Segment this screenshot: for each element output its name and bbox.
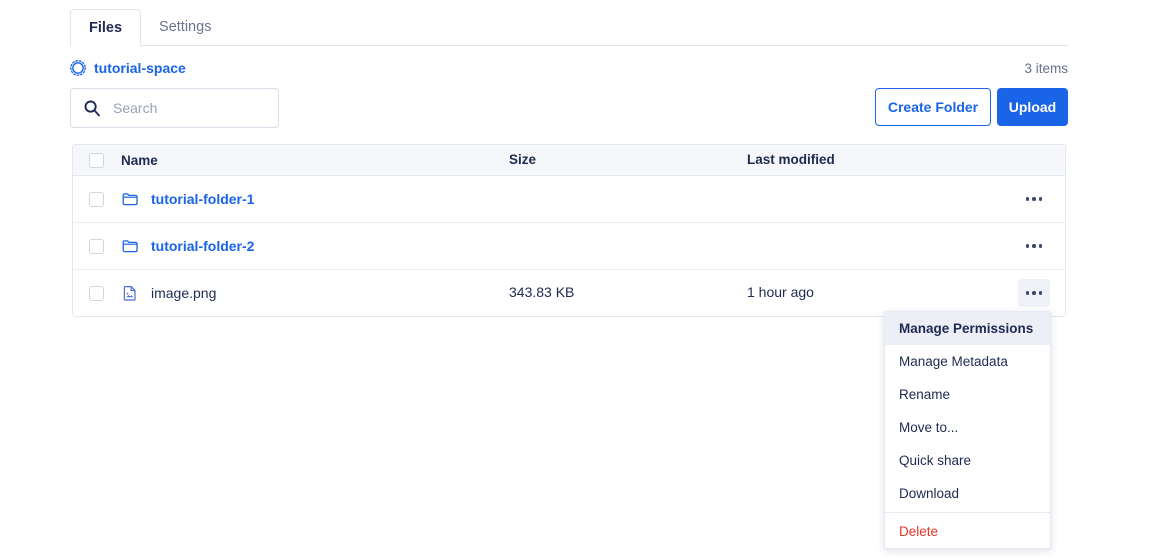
row-modified-cell: 1 hour ago — [747, 284, 1003, 302]
kebab-dot — [1032, 197, 1036, 201]
select-all-checkbox[interactable] — [88, 152, 104, 168]
kebab-dot — [1025, 291, 1030, 295]
files-table: Name Size Last modified tutorial-folder-… — [72, 144, 1066, 317]
row-name-cell: tutorial-folder-2 — [119, 237, 509, 255]
search-box[interactable] — [70, 88, 279, 128]
upload-button[interactable]: Upload — [997, 88, 1068, 126]
column-header-last-modified-label: Last modified — [747, 152, 835, 167]
breadcrumb[interactable]: tutorial-space — [70, 60, 186, 76]
search-icon — [83, 99, 101, 117]
toolbar: Create Folder Upload — [70, 88, 1068, 130]
menu-item-manage-permissions[interactable]: Manage Permissions — [885, 312, 1050, 345]
menu-item-label: Move to... — [899, 420, 959, 435]
kebab-dot — [1025, 244, 1030, 248]
select-all-cell — [73, 152, 119, 168]
menu-item-manage-metadata[interactable]: Manage Metadata — [885, 345, 1050, 378]
breadcrumb-label: tutorial-space — [94, 60, 186, 76]
kebab-dot — [1038, 291, 1043, 295]
tab-settings[interactable]: Settings — [141, 9, 229, 45]
row-name-link[interactable]: tutorial-folder-1 — [151, 191, 254, 207]
row-overflow-menu-button[interactable] — [1018, 232, 1050, 260]
menu-item-rename[interactable]: Rename — [885, 378, 1050, 411]
column-header-size[interactable]: Size — [509, 151, 747, 169]
row-name-link[interactable]: tutorial-folder-2 — [151, 238, 254, 254]
row-size-value: 343.83 KB — [509, 284, 575, 300]
row-name-text: image.png — [151, 285, 217, 301]
breadcrumb-row: tutorial-space 3 items — [70, 56, 1068, 80]
menu-item-label: Manage Metadata — [899, 354, 1008, 369]
column-header-name-label: Name — [121, 152, 158, 168]
menu-item-quick-share[interactable]: Quick share — [885, 444, 1050, 477]
column-header-last-modified[interactable]: Last modified — [747, 151, 1003, 169]
row-name-cell: image.png — [119, 284, 509, 302]
kebab-dot — [1032, 291, 1036, 295]
column-header-name[interactable]: Name — [119, 153, 509, 168]
menu-item-label: Delete — [899, 524, 939, 539]
table-row[interactable]: tutorial-folder-2 — [73, 223, 1065, 270]
menu-item-move-to[interactable]: Move to... — [885, 411, 1050, 444]
row-actions-cell — [1003, 232, 1065, 260]
row-select-cell — [73, 285, 119, 301]
table-header-row: Name Size Last modified — [73, 145, 1065, 176]
row-size-cell: 343.83 KB — [509, 284, 747, 302]
kebab-dot — [1038, 197, 1043, 201]
table-row[interactable]: image.png 343.83 KB 1 hour ago — [73, 270, 1065, 316]
item-count: 3 items — [1024, 60, 1068, 76]
tab-settings-label: Settings — [159, 19, 212, 35]
menu-item-label: Download — [899, 486, 960, 501]
menu-item-delete[interactable]: Delete — [885, 515, 1050, 548]
menu-item-label: Manage Permissions — [899, 321, 1034, 336]
row-overflow-menu-button[interactable] — [1018, 185, 1050, 213]
folder-icon — [121, 237, 139, 255]
menu-separator — [885, 512, 1050, 513]
folder-icon — [121, 190, 139, 208]
row-context-menu: Manage Permissions Manage Metadata Renam… — [884, 311, 1051, 549]
create-folder-label: Create Folder — [887, 99, 979, 115]
row-actions-cell — [1003, 279, 1065, 307]
tab-files[interactable]: Files — [70, 9, 142, 46]
search-input[interactable] — [111, 99, 265, 117]
menu-item-label: Quick share — [899, 453, 972, 468]
menu-item-label: Rename — [899, 387, 951, 402]
row-select-cell — [73, 191, 119, 207]
file-image-icon — [121, 284, 139, 302]
table-row[interactable]: tutorial-folder-1 — [73, 176, 1065, 223]
row-checkbox[interactable] — [88, 238, 104, 254]
row-checkbox[interactable] — [88, 191, 104, 207]
kebab-dot — [1038, 244, 1043, 248]
row-overflow-menu-button[interactable] — [1018, 279, 1050, 307]
row-modified-value: 1 hour ago — [747, 284, 814, 300]
kebab-dot — [1025, 197, 1030, 201]
column-header-size-label: Size — [509, 152, 537, 167]
row-actions-cell — [1003, 185, 1065, 213]
row-name-cell: tutorial-folder-1 — [119, 190, 509, 208]
tab-strip: Files Settings — [70, 9, 1068, 46]
space-circle-icon — [70, 60, 86, 76]
kebab-dot — [1032, 244, 1036, 248]
tab-files-label: Files — [89, 19, 123, 36]
create-folder-button[interactable]: Create Folder — [875, 88, 991, 126]
row-checkbox[interactable] — [88, 285, 104, 301]
upload-label: Upload — [1008, 99, 1057, 115]
menu-item-download[interactable]: Download — [885, 477, 1050, 510]
row-select-cell — [73, 238, 119, 254]
